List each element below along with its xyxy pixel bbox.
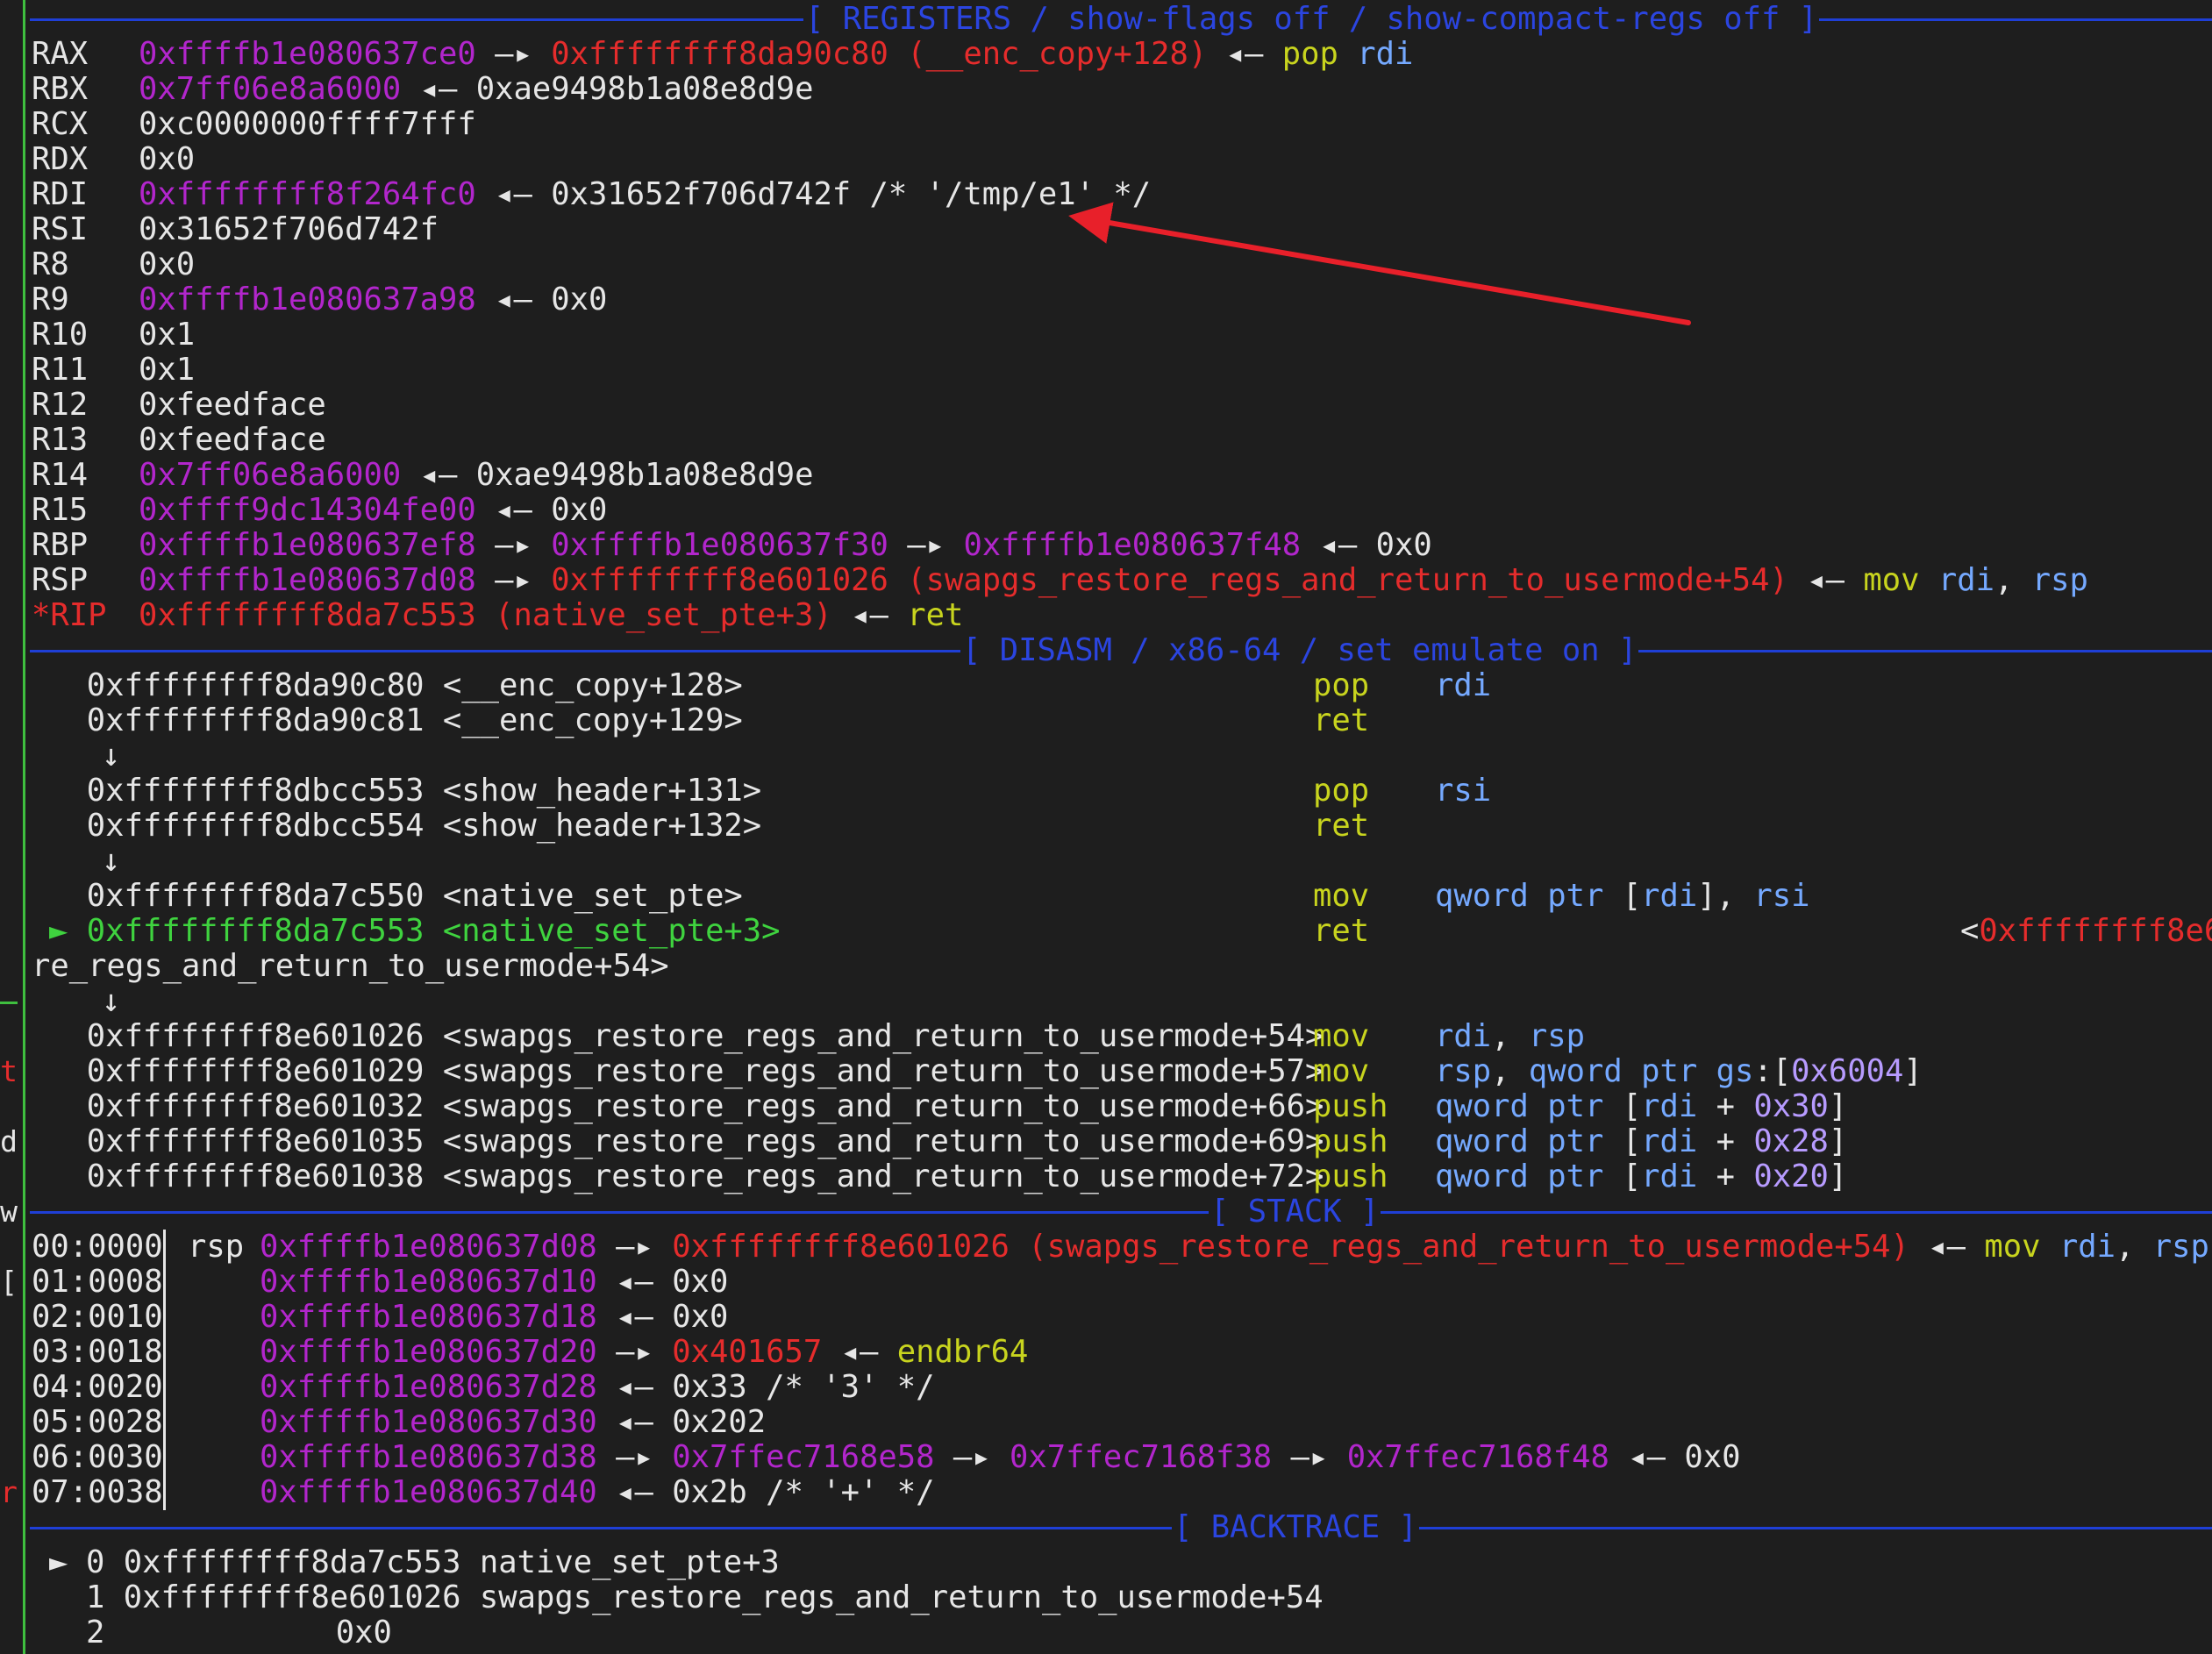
red-arrow-annotation [1068,202,1691,325]
